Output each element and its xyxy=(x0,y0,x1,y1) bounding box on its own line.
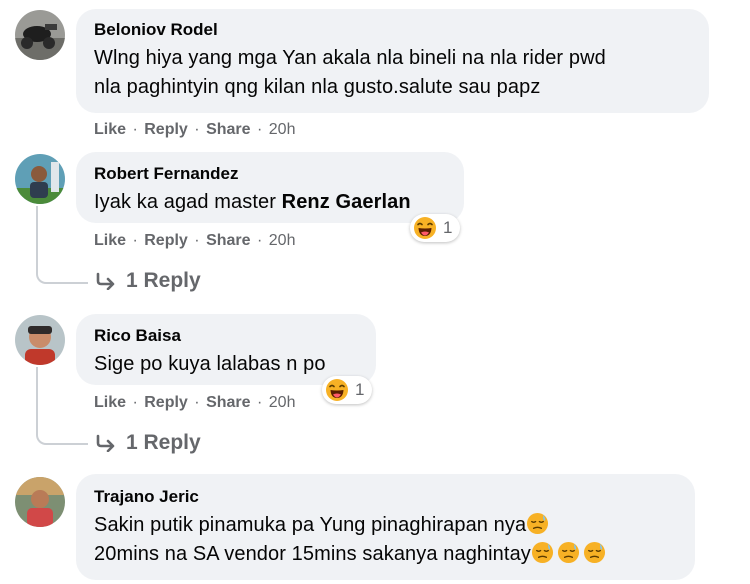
comment-text-body: 20mins na SA vendor 15mins sakanya naghi… xyxy=(94,543,531,565)
avatar-image xyxy=(15,10,65,60)
separator: · xyxy=(194,121,200,138)
reply-link[interactable]: Reply xyxy=(144,232,188,249)
thread-connector xyxy=(36,206,88,284)
separator: · xyxy=(132,232,138,249)
timestamp[interactable]: 20h xyxy=(269,121,296,138)
share-link[interactable]: Share xyxy=(206,121,250,138)
avatar-image xyxy=(15,154,65,204)
comment-author[interactable]: Rico Baisa xyxy=(94,326,358,346)
comment-text: 20mins na SA vendor 15mins sakanya naghi… xyxy=(94,540,677,569)
comment-bubble: Rico Baisa Sige po kuya lalabas n po xyxy=(76,314,376,385)
comment-bubble: Beloniov Rodel Wlng hiya yang mga Yan ak… xyxy=(76,9,709,113)
comment-text: Iyak ka agad master Renz Gaerlan xyxy=(94,188,446,217)
avatar[interactable] xyxy=(15,315,65,365)
separator: · xyxy=(256,232,263,249)
avatar[interactable] xyxy=(15,477,65,527)
reaction-summary[interactable]: 1 xyxy=(410,214,461,242)
comment-text: nla paghintyin qng kilan nla gusto.salut… xyxy=(94,76,541,98)
comment-author[interactable]: Beloniov Rodel xyxy=(94,20,691,40)
reply-link[interactable]: Reply xyxy=(144,394,188,411)
replies-count-label: 1 Reply xyxy=(126,269,201,292)
separator: · xyxy=(194,232,200,249)
comment-text: Sakin putik pinamuka pa Yung pinaghirapa… xyxy=(94,511,677,540)
laughing-face-emoji-icon xyxy=(326,379,348,401)
comment-author[interactable]: Robert Fernandez xyxy=(94,164,446,184)
comment-text: Wlng hiya yang mga Yan akala nla bineli … xyxy=(94,47,606,69)
view-replies-link[interactable]: 1 Reply xyxy=(96,269,201,293)
comment-actions: Like · Reply · Share · 20h xyxy=(94,231,295,251)
thread-connector xyxy=(36,367,88,445)
laughing-face-emoji-icon xyxy=(414,217,436,239)
replies-count-label: 1 Reply xyxy=(126,431,201,454)
separator: · xyxy=(132,394,138,411)
reaction-count: 1 xyxy=(443,218,453,237)
reply-arrow-icon xyxy=(96,272,115,290)
reaction-count: 1 xyxy=(355,380,365,399)
reaction-summary[interactable]: 1 xyxy=(322,376,373,404)
comment-bubble: Trajano Jeric Sakin putik pinamuka pa Yu… xyxy=(76,474,695,580)
separator: · xyxy=(132,121,138,138)
comment-bubble: Robert Fernandez Iyak ka agad master Ren… xyxy=(76,152,464,223)
timestamp[interactable]: 20h xyxy=(269,232,296,249)
downcast-sweat-face-emoji-icon xyxy=(557,541,579,564)
comment-author[interactable]: Trajano Jeric xyxy=(94,487,677,507)
comment-text-body: Sakin putik pinamuka pa Yung pinaghirapa… xyxy=(94,514,527,536)
comment-text-body: Iyak ka agad master xyxy=(94,191,282,213)
comment-text: Sige po kuya lalabas n po xyxy=(94,353,326,375)
comment-actions: Like · Reply · Share · 20h xyxy=(94,393,295,413)
view-replies-link[interactable]: 1 Reply xyxy=(96,431,201,455)
like-link[interactable]: Like xyxy=(94,394,126,411)
like-link[interactable]: Like xyxy=(94,232,126,249)
avatar-image xyxy=(15,477,65,527)
downcast-sweat-face-emoji-icon xyxy=(583,541,605,564)
avatar-image xyxy=(15,315,65,365)
mention-link[interactable]: Renz Gaerlan xyxy=(282,191,411,213)
comment-actions: Like · Reply · Share · 20h xyxy=(94,120,295,140)
separator: · xyxy=(194,394,200,411)
timestamp[interactable]: 20h xyxy=(269,394,296,411)
downcast-sweat-face-emoji-icon xyxy=(531,541,553,564)
separator: · xyxy=(256,394,263,411)
downcast-sweat-face-emoji-icon xyxy=(527,512,549,535)
avatar[interactable] xyxy=(15,10,65,60)
share-link[interactable]: Share xyxy=(206,232,250,249)
avatar[interactable] xyxy=(15,154,65,204)
separator: · xyxy=(256,121,263,138)
share-link[interactable]: Share xyxy=(206,394,250,411)
reply-arrow-icon xyxy=(96,434,115,452)
reply-link[interactable]: Reply xyxy=(144,121,188,138)
like-link[interactable]: Like xyxy=(94,121,126,138)
